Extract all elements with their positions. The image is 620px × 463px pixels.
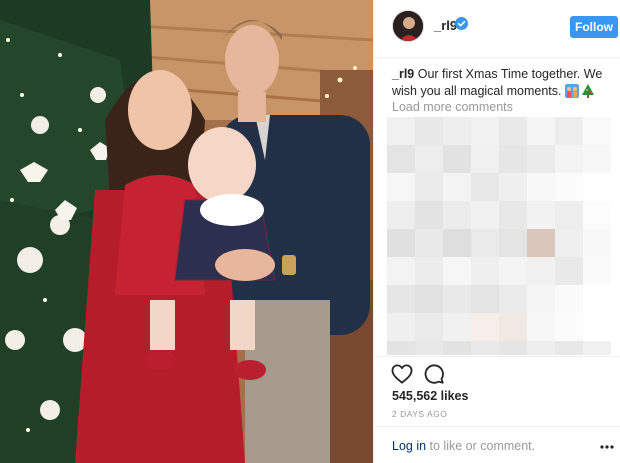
christmas-tree-emoji bbox=[582, 84, 595, 103]
caption-username-link[interactable]: _rl9 bbox=[392, 67, 414, 81]
likes-count[interactable]: 545,562 likes bbox=[392, 389, 468, 403]
more-options-icon[interactable] bbox=[600, 445, 614, 449]
login-prompt: Log in to like or comment. bbox=[392, 439, 535, 453]
post-footer: Log in to like or comment. bbox=[374, 426, 620, 463]
verified-badge-icon bbox=[455, 17, 468, 30]
follow-button[interactable]: Follow bbox=[570, 16, 618, 38]
comment-icon[interactable] bbox=[423, 363, 445, 385]
username-link[interactable]: _rl9 bbox=[434, 18, 457, 33]
post-actions: 545,562 likes 2 DAYS AGO bbox=[374, 356, 620, 424]
post-timestamp[interactable]: 2 DAYS AGO bbox=[392, 409, 447, 419]
post-header: _rl9 Follow bbox=[374, 0, 620, 58]
login-prompt-text: to like or comment. bbox=[426, 439, 536, 453]
family-emoji bbox=[564, 84, 579, 103]
comments-list-blurred bbox=[387, 117, 611, 355]
avatar[interactable] bbox=[392, 10, 424, 42]
post-photo[interactable] bbox=[0, 0, 373, 463]
login-link[interactable]: Log in bbox=[392, 439, 426, 453]
heart-icon[interactable] bbox=[391, 364, 413, 384]
load-more-comments-link[interactable]: Load more comments bbox=[392, 100, 513, 114]
post-caption: _rl9 Our first Xmas Time together. We wi… bbox=[392, 66, 614, 103]
post-photo-image bbox=[0, 0, 373, 463]
post-sidebar: _rl9 Follow _rl9 Our first Xmas Time tog… bbox=[373, 0, 620, 463]
